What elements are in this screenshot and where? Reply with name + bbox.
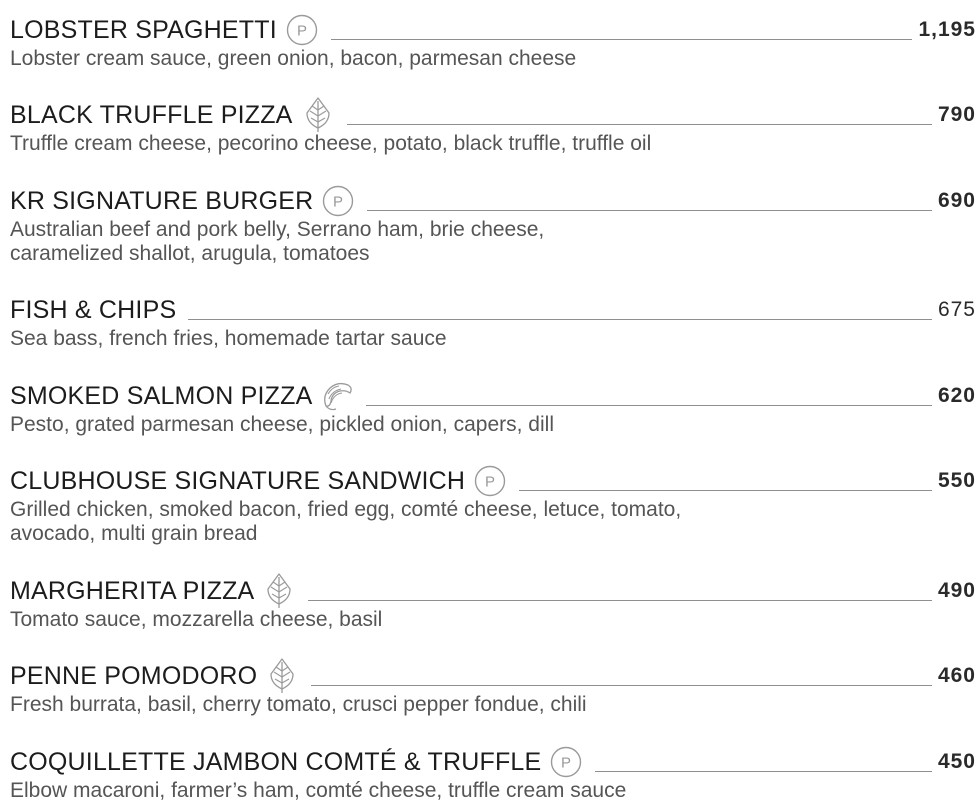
dish-name: PENNE POMODORO [10,662,258,690]
dish-price: 450 [937,750,976,773]
svg-text:P: P [561,755,571,772]
dish-name: FISH & CHIPS [10,296,177,324]
leader-line [188,318,932,320]
svg-text:P: P [485,474,495,491]
menu-item: KR SIGNATURE BURGER P 690 Australian beef a… [10,184,976,266]
dish-description: Grilled chicken, smoked bacon, fried egg… [10,498,682,521]
dish-price: 675 [937,298,976,321]
dish-price: 1,195 [918,18,976,41]
dish-description: Australian beef and pork belly, Serrano … [10,218,545,241]
menu-item-header: MARGHERITA PIZZA 490 [10,573,976,608]
menu-item: LOBSTER SPAGHETTI P 1,195 Lobster cream sau… [10,13,976,71]
menu-item-header: CLUBHOUSE SIGNATURE SANDWICH P 550 [10,464,976,498]
leader-line [346,123,932,125]
menu-item-header: BLACK TRUFFLE PIZZA 790 [10,97,976,132]
dish-price: 690 [937,189,976,212]
menu-item-header: LOBSTER SPAGHETTI P 1,195 [10,13,976,47]
menu-list: LOBSTER SPAGHETTI P 1,195 Lobster cream sau… [0,0,980,805]
menu-item: COQUILLETTE JAMBON COMTÉ & TRUFFLE P 450 El… [10,745,976,803]
dish-description: caramelized shallot, arugula, tomatoes [10,242,370,265]
menu-item: FISH & CHIPS 675 Sea bass, french fries, h… [10,293,976,351]
leaf-icon [262,573,296,608]
menu-item: PENNE POMODORO 460 Fresh burrata, basil, c… [10,658,976,717]
dish-name: SMOKED SALMON PIZZA [10,382,313,410]
leader-line [519,489,932,491]
leader-line [330,38,913,40]
p-badge-icon: P [549,745,583,779]
leader-line [308,599,932,601]
svg-text:P: P [297,23,307,40]
dish-price: 490 [937,579,976,602]
leader-line [595,770,932,772]
dish-description: avocado, multi grain bread [10,522,258,545]
leader-line [367,209,932,211]
shrimp-icon [320,379,354,413]
dish-price: 550 [937,469,976,492]
menu-item-header: COQUILLETTE JAMBON COMTÉ & TRUFFLE P 450 [10,745,976,779]
p-badge-icon: P [285,13,319,47]
dish-description: Fresh burrata, basil, cherry tomato, cru… [10,693,587,716]
menu-item: SMOKED SALMON PIZZA 620 Pesto, grated parm… [10,379,976,437]
dish-name: CLUBHOUSE SIGNATURE SANDWICH [10,467,466,495]
menu-item-header: PENNE POMODORO 460 [10,658,976,693]
dish-name: MARGHERITA PIZZA [10,577,255,605]
dish-description: Lobster cream sauce, green onion, bacon,… [10,47,577,70]
leader-line [311,684,932,686]
dish-price: 620 [937,384,976,407]
p-badge-icon: P [473,464,507,498]
menu-item-header: FISH & CHIPS 675 [10,293,976,327]
dish-name: LOBSTER SPAGHETTI [10,16,277,44]
dish-name: COQUILLETTE JAMBON COMTÉ & TRUFFLE [10,748,542,776]
leader-line [366,404,932,406]
dish-price: 790 [937,103,976,126]
dish-description: Elbow macaroni, farmer’s ham, comté chee… [10,779,627,802]
dish-name: BLACK TRUFFLE PIZZA [10,101,293,129]
dish-description: Pesto, grated parmesan cheese, pickled o… [10,413,554,436]
dish-price: 460 [937,664,976,687]
dish-description: Tomato sauce, mozzarella cheese, basil [10,608,383,631]
menu-item-header: KR SIGNATURE BURGER P 690 [10,184,976,218]
dish-description: Sea bass, french fries, homemade tartar … [10,327,447,350]
p-badge-icon: P [321,184,355,218]
menu-item-header: SMOKED SALMON PIZZA 620 [10,379,976,413]
dish-name: KR SIGNATURE BURGER [10,187,314,215]
leaf-icon [265,658,299,693]
menu-item: CLUBHOUSE SIGNATURE SANDWICH P 550 Grilled … [10,464,976,546]
menu-item: BLACK TRUFFLE PIZZA 790 Truffle cream chee… [10,97,976,156]
leaf-icon [301,97,335,132]
dish-description: Truffle cream cheese, pecorino cheese, p… [10,132,652,155]
svg-text:P: P [333,194,343,211]
menu-item: MARGHERITA PIZZA 490 Tomato sauce, mozzare… [10,573,976,632]
